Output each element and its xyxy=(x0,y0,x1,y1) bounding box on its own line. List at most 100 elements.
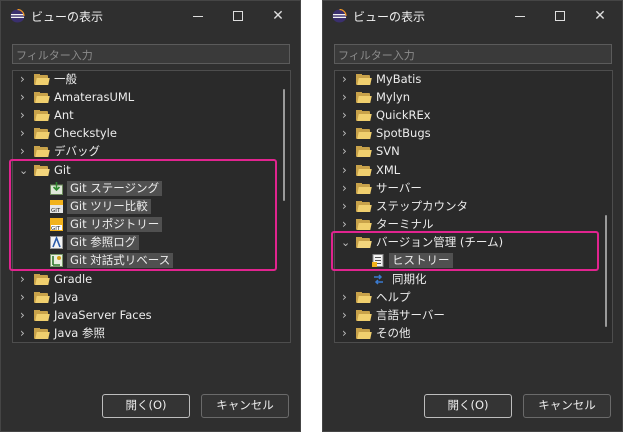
minimize-button[interactable] xyxy=(185,5,211,27)
chevron-right-icon[interactable]: › xyxy=(20,326,25,341)
tree-row-xml[interactable]: › XML xyxy=(335,162,605,179)
show-view-dialog: ビューの表示 ✕ › MyBatis › Mylyn › QuickREx › xyxy=(322,0,623,432)
close-button[interactable]: ✕ xyxy=(587,5,613,27)
tree-label: 一般 xyxy=(54,72,77,86)
tree-label: デバッグ xyxy=(54,144,100,158)
highlight-frame xyxy=(331,231,599,271)
chevron-right-icon[interactable]: › xyxy=(20,126,25,141)
chevron-right-icon[interactable]: › xyxy=(20,290,25,305)
tree-label: ターミナル xyxy=(376,217,434,231)
tree-row-debug[interactable]: › デバッグ xyxy=(13,143,283,160)
folder-icon xyxy=(356,165,372,176)
chevron-right-icon[interactable]: › xyxy=(20,272,25,287)
tree-label: Ant xyxy=(54,108,74,122)
folder-icon xyxy=(356,201,372,212)
close-icon: ✕ xyxy=(594,8,606,24)
open-button[interactable]: 開く(O) xyxy=(424,394,512,418)
tree-label: その他 xyxy=(376,326,411,340)
chevron-right-icon[interactable]: › xyxy=(342,108,347,123)
tree-label: Gradle xyxy=(54,272,93,286)
tree-label: SVN xyxy=(376,144,400,158)
folder-icon xyxy=(356,328,372,339)
chevron-right-icon[interactable]: › xyxy=(20,72,25,87)
minimize-icon xyxy=(515,16,525,17)
folder-icon xyxy=(356,219,372,230)
chevron-right-icon[interactable]: › xyxy=(342,72,347,87)
tree-row-javaserver-faces[interactable]: › JavaServer Faces xyxy=(13,307,283,324)
tree-label: Java 参照 xyxy=(54,326,105,340)
tree-row-language-server[interactable]: › 言語サーバー xyxy=(335,307,605,324)
close-icon: ✕ xyxy=(272,8,284,24)
tree-label: 同期化 xyxy=(392,272,427,286)
tree-row-java-reference[interactable]: › Java 参照 xyxy=(13,325,283,342)
vertical-scrollbar[interactable] xyxy=(605,215,607,327)
tree-label: MyBatis xyxy=(376,72,422,86)
tree-row-general[interactable]: › 一般 xyxy=(13,71,283,88)
folder-icon xyxy=(34,310,50,321)
tree-row-java[interactable]: › Java xyxy=(13,289,283,306)
chevron-right-icon[interactable]: › xyxy=(342,290,347,305)
tree-row-mybatis[interactable]: › MyBatis xyxy=(335,71,605,88)
tree-row-amaterasuml[interactable]: › AmaterasUML xyxy=(13,89,283,106)
chevron-right-icon[interactable]: › xyxy=(20,144,25,159)
tree-label: Checkstyle xyxy=(54,126,117,140)
dialog-title: ビューの表示 xyxy=(31,10,104,24)
tree-row-svn[interactable]: › SVN xyxy=(335,143,605,160)
chevron-right-icon[interactable]: › xyxy=(342,181,347,196)
chevron-right-icon[interactable]: › xyxy=(342,199,347,214)
cancel-button[interactable]: キャンセル xyxy=(523,394,611,418)
tree-row-help[interactable]: › ヘルプ xyxy=(335,289,605,306)
chevron-right-icon[interactable]: › xyxy=(342,308,347,323)
minimize-icon xyxy=(193,16,203,17)
tree-row-ant[interactable]: › Ant xyxy=(13,107,283,124)
tree-row-step-counter[interactable]: › ステップカウンタ xyxy=(335,198,605,215)
folder-icon xyxy=(356,74,372,85)
tree-row-other[interactable]: › その他 xyxy=(335,325,605,342)
tree-row-checkstyle[interactable]: › Checkstyle xyxy=(13,125,283,142)
folder-icon xyxy=(356,146,372,157)
maximize-button[interactable] xyxy=(547,5,573,27)
tree-label: Mylyn xyxy=(376,90,411,104)
chevron-right-icon[interactable]: › xyxy=(20,108,25,123)
tree-label: XML xyxy=(376,163,401,177)
title-bar: ビューの表示 ✕ xyxy=(323,1,622,31)
filter-input[interactable] xyxy=(12,44,290,64)
highlight-frame xyxy=(9,159,277,271)
open-button[interactable]: 開く(O) xyxy=(102,394,190,418)
vertical-scrollbar[interactable] xyxy=(283,89,285,201)
tree-label: ヘルプ xyxy=(376,290,411,304)
title-bar: ビューの表示 ✕ xyxy=(1,1,300,31)
chevron-right-icon[interactable]: › xyxy=(20,308,25,323)
folder-icon xyxy=(356,92,372,103)
folder-icon xyxy=(356,310,372,321)
tree-label: JavaServer Faces xyxy=(54,308,152,322)
chevron-right-icon[interactable]: › xyxy=(342,90,347,105)
chevron-right-icon[interactable]: › xyxy=(342,126,347,141)
tree-label: QuickREx xyxy=(376,108,431,122)
chevron-right-icon[interactable]: › xyxy=(20,90,25,105)
chevron-right-icon[interactable]: › xyxy=(342,326,347,341)
folder-icon xyxy=(34,92,50,103)
folder-icon xyxy=(34,110,50,121)
maximize-button[interactable] xyxy=(225,5,251,27)
close-button[interactable]: ✕ xyxy=(265,5,291,27)
tree-row-spotbugs[interactable]: › SpotBugs xyxy=(335,125,605,142)
chevron-right-icon[interactable]: › xyxy=(342,163,347,178)
tree-label: SpotBugs xyxy=(376,126,431,140)
folder-icon xyxy=(34,328,50,339)
filter-input[interactable] xyxy=(334,44,612,64)
folder-icon xyxy=(356,110,372,121)
tree-row-server[interactable]: › サーバー xyxy=(335,180,605,197)
chevron-right-icon[interactable]: › xyxy=(342,144,347,159)
tree-row-synchronize[interactable]: 同期化 xyxy=(335,271,605,288)
tree-row-gradle[interactable]: › Gradle xyxy=(13,271,283,288)
minimize-button[interactable] xyxy=(507,5,533,27)
view-tree[interactable]: › MyBatis › Mylyn › QuickREx › SpotBugs … xyxy=(334,70,613,343)
folder-icon xyxy=(356,183,372,194)
cancel-button[interactable]: キャンセル xyxy=(201,394,289,418)
tree-row-mylyn[interactable]: › Mylyn xyxy=(335,89,605,106)
synchronize-icon xyxy=(374,274,383,285)
chevron-right-icon[interactable]: › xyxy=(342,217,347,232)
eclipse-icon xyxy=(332,9,347,23)
tree-row-quickrex[interactable]: › QuickREx xyxy=(335,107,605,124)
